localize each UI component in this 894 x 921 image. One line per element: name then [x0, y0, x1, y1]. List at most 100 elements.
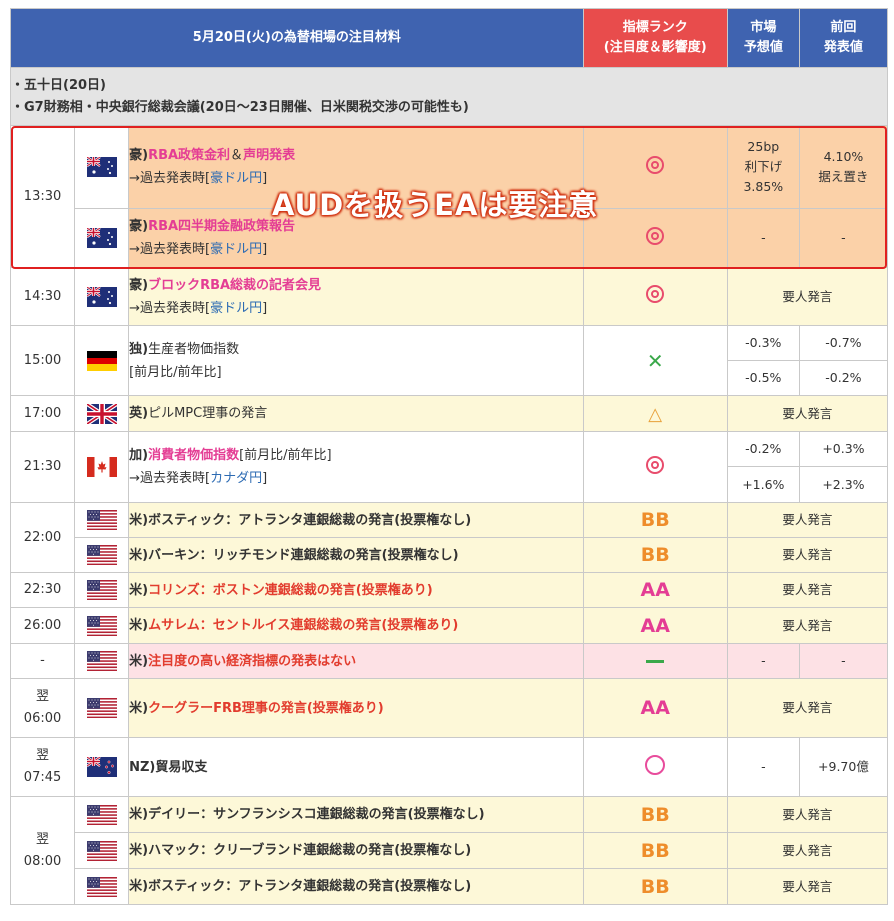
forecast-header-line1: 市場: [750, 20, 777, 35]
rank-cell: [582, 737, 728, 797]
double-circle-icon: [646, 455, 665, 474]
germany-flag-icon: [87, 351, 117, 371]
event-cell: 豪)ブロックRBA総裁の記者会見 →過去発表時[豪ドル円]: [128, 267, 584, 326]
vip-speech-cell: 要人発言: [726, 502, 889, 538]
event-cell: 米)バーキン：リッチモンド連銀総裁の発言(投票権なし): [128, 537, 584, 573]
previous-cell: 4.10% 据え置き: [798, 125, 889, 209]
table-row: 米)バーキン：リッチモンド連銀総裁の発言(投票権なし) BB 要人発言: [11, 537, 889, 573]
forecast-cell: -0.5%: [726, 360, 800, 396]
table-row: 13:30 豪)RBA政策金利＆声明発表 →過去発表時[豪ドル円] 25bp 利下…: [9, 125, 889, 268]
table-row: 22:30 米)コリンズ：ボストン連銀総裁の発言(投票権あり) AA 要人発言: [9, 572, 889, 608]
past-results-label: →過去発表時[: [129, 300, 211, 316]
forecast-cell: -: [726, 208, 800, 268]
flag-cell: [74, 832, 130, 869]
table-row: 翌 07:45 NZ)貿易収支 - +9.70億: [9, 737, 889, 797]
previous-cell: -0.7%: [798, 325, 889, 361]
time-cell: 翌 07:45: [9, 737, 76, 797]
table-row: 14:30 豪)ブロックRBA総裁の記者会見 →過去発表時[豪ドル円] 要人発言: [9, 267, 889, 326]
country-label: 米): [129, 582, 149, 598]
event-title: 生産者物価指数: [148, 341, 240, 357]
table-row: 22:00 米)ボスティック：アトランタ連銀総裁の発言(投票権なし) BB 要人…: [9, 502, 889, 573]
rank-cell: [582, 125, 728, 209]
rank-cell: AA: [582, 678, 728, 738]
flag-cell: [74, 643, 130, 679]
rank-cell: ✕: [582, 325, 728, 396]
event-link[interactable]: ブロックRBA総裁の記者会見: [148, 278, 321, 293]
note-line-1: ・五十日(20日): [11, 77, 106, 93]
time-next-day: 翌: [36, 748, 50, 763]
country-label: 米): [129, 843, 149, 858]
event-cell: 米)ハマック：クリーブランド連銀総裁の発言(投票権なし): [128, 832, 584, 869]
rank-cell: BB: [582, 796, 728, 833]
previous-cell: -: [798, 208, 889, 268]
flag-cell: [74, 796, 130, 833]
australia-flag-icon: [87, 228, 117, 248]
bracket-close: ]: [262, 242, 268, 257]
us-flag-icon: [87, 841, 117, 861]
flag-cell: [74, 678, 130, 738]
rank-badge: AA: [640, 697, 670, 719]
flag-cell: [74, 267, 130, 326]
time-value: 08:00: [23, 853, 62, 869]
table-row: 15:00 独)生産者物価指数 [前月比/前年比] ✕ -0.3% -0.7%: [9, 325, 889, 396]
rank-cell: [582, 431, 728, 503]
past-results-link[interactable]: 豪ドル円: [210, 301, 262, 316]
forecast-cell: -0.2%: [726, 431, 800, 467]
country-label: 米): [129, 653, 149, 669]
rank-cell: BB: [582, 537, 728, 573]
header-row: 5月20日(火)の為替相場の注目材料 指標ランク (注目度＆影響度) 市場 予想値 …: [10, 8, 889, 68]
event-title: デイリー：サンフランシスコ連銀総裁の発言(投票権なし): [148, 807, 485, 822]
event-cell: 米)デイリー：サンフランシスコ連銀総裁の発言(投票権なし): [128, 796, 584, 833]
rank-badge: BB: [640, 803, 670, 826]
table-row: 21:30 加)消費者物価指数[前月比/前年比] →過去発表時[カナダ円] -0…: [9, 431, 889, 503]
rank-cell: BB: [582, 502, 728, 538]
event-cell: 米)ムサレム：セントルイス連銀総裁の発言(投票権あり): [128, 607, 584, 644]
uk-flag-icon: [87, 404, 117, 424]
forecast-cell: -: [726, 737, 800, 797]
event-link[interactable]: 消費者物価指数: [148, 448, 239, 463]
forecast-header: 市場 予想値: [726, 8, 800, 68]
previous-cell: +2.3%: [798, 466, 889, 503]
time-cell: 21:30: [9, 431, 76, 503]
us-flag-icon: [87, 616, 117, 636]
event-cell: 豪)RBA政策金利＆声明発表 →過去発表時[豪ドル円]: [128, 125, 584, 209]
time-cell: 13:30: [9, 125, 76, 268]
table-row: 17:00 英)ピルMPC理事の発言 △ 要人発言: [9, 395, 889, 432]
event-conjunction: ＆: [230, 148, 244, 163]
rank-header-line2: (注目度＆影響度): [603, 40, 707, 55]
bracket-close: ]: [262, 300, 268, 316]
forecast-value: 3.85%: [743, 179, 784, 194]
forecast-value: 25bp: [747, 139, 780, 154]
previous-header-line1: 前回: [830, 20, 857, 35]
time-next-day: 翌: [36, 689, 50, 704]
event-link[interactable]: RBA政策金利: [148, 148, 230, 163]
flag-cell: [74, 607, 130, 644]
past-results-link[interactable]: カナダ円: [210, 471, 262, 486]
event-link[interactable]: 声明発表: [243, 148, 295, 163]
rank-header-line1: 指標ランク: [622, 20, 688, 35]
us-flag-icon: [87, 877, 117, 897]
us-flag-icon: [87, 510, 117, 530]
event-title: ボスティック：アトランタ連銀総裁の発言(投票権なし): [148, 512, 472, 528]
event-title: 注目度の高い経済指標の発表はない: [148, 653, 357, 669]
vip-speech-cell: 要人発言: [726, 607, 889, 644]
event-title: ムサレム：セントルイス連銀総裁の発言(投票権あり): [148, 618, 459, 633]
event-link[interactable]: RBA四半期金融政策報告: [148, 219, 295, 234]
flag-cell: [74, 502, 130, 538]
past-results-link[interactable]: 豪ドル円: [210, 242, 262, 257]
table-row: 翌 08:00 米)デイリー：サンフランシスコ連銀総裁の発言(投票権なし) BB …: [9, 796, 889, 905]
time-cell: 翌 06:00: [9, 678, 76, 738]
rank-cell: BB: [582, 868, 728, 905]
rank-badge: BB: [640, 509, 670, 531]
event-title: バーキン：リッチモンド連銀総裁の発言(投票権なし): [148, 547, 459, 563]
event-cell: 豪)RBA四半期金融政策報告 →過去発表時[豪ドル円]: [128, 208, 584, 268]
previous-header-line2: 発表値: [823, 40, 863, 55]
flag-cell: [74, 395, 130, 432]
past-results-link[interactable]: 豪ドル円: [210, 171, 262, 186]
vip-speech-cell: 要人発言: [726, 678, 889, 738]
table-row: 米)ハマック：クリーブランド連銀総裁の発言(投票権なし) BB 要人発言: [11, 832, 889, 869]
time-cell: 17:00: [9, 395, 76, 432]
us-flag-icon: [87, 580, 117, 600]
forecast-header-line2: 予想値: [743, 40, 783, 55]
country-label: 米): [129, 807, 149, 822]
